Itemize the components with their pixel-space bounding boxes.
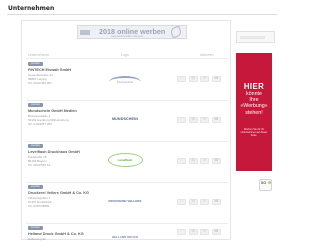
phone-icon[interactable]: ☎ [211,117,221,123]
logo-column-header: Logo [121,53,129,57]
mail-icon[interactable]: ✉ [200,117,210,123]
company-name[interactable]: Levelflash Druckhaus GmbH [28,150,80,154]
row-actions: ☆ ▤ ✉ ☎ [177,229,221,235]
company-phone: Tel. 0821/555 12 [28,163,51,167]
ad-line: stehen! [245,109,263,116]
banner-subtext: www.werbemedien-online.de [111,35,143,38]
premium-badge: premium [28,103,43,107]
banner-tag [80,30,90,35]
company-address-line: Hafenweg 20 [28,237,46,241]
document-icon[interactable]: ▤ [188,229,198,235]
star-icon[interactable]: ☆ [177,158,186,164]
document-icon[interactable]: ▤ [188,199,198,205]
company-phone: Tel. 03672/8881 [28,204,50,208]
company-phone: Tel. 0341/456 901 [28,81,52,85]
ad-headline: HIER [243,82,265,91]
company-logo[interactable]: Levelflash [100,151,150,169]
header-divider [26,58,228,59]
phone-icon[interactable]: ☎ [211,158,221,164]
star-icon[interactable]: ☆ [177,199,186,205]
leaf-icon [268,181,271,184]
company-column-header: Unternehmen [28,53,50,57]
company-row[interactable]: premium Helland Druck GmbH & Co. KG Hafe… [26,224,228,241]
logo-text: MUNDSCHEIN [112,117,138,121]
title-divider [7,14,277,15]
document-icon[interactable]: ▤ [188,76,198,82]
document-icon[interactable]: ▤ [188,117,198,123]
company-row[interactable]: premium FINTECH Eiswalt GmbH Gewerbestra… [26,60,228,101]
ad-note: Werben Sie für Ihr Unternehmen auf diese… [240,127,268,137]
phone-icon[interactable]: ☎ [211,229,221,235]
mail-icon[interactable]: ✉ [200,76,210,82]
company-row[interactable]: premium Mundschein GmbH Medien Brunnenst… [26,101,228,142]
premium-badge: premium [28,144,43,148]
logo-text: HELLAND DRUCK [111,235,139,239]
online-banner[interactable]: 2018 online werben www.werbemedien-onlin… [77,25,187,39]
page-frame: Unternehmen 2018 online werben www.werbe… [0,0,286,244]
row-actions: ☆ ▤ ✉ ☎ [177,117,221,123]
company-logo[interactable]: DRUCKEREI VELLERS [100,192,150,210]
row-actions: ☆ ▤ ✉ ☎ [177,158,221,164]
company-logo[interactable]: fintechworld.de [100,69,150,87]
logo-text: DRUCKEREI VELLERS [108,199,142,203]
star-icon[interactable]: ☆ [177,76,186,82]
premium-badge: premium [28,226,43,230]
actions-column-header: Aktionen [200,53,214,57]
company-logo[interactable]: HELLAND DRUCK [100,228,150,244]
phone-icon[interactable]: ☎ [211,199,221,205]
company-name[interactable]: Druckerei Vellers GmbH & Co. KG [28,191,89,195]
company-list-panel: 2018 online werben www.werbemedien-onlin… [21,20,231,241]
company-logo[interactable]: MUNDSCHEIN [100,110,150,128]
premium-badge: premium [28,62,43,66]
company-name[interactable]: Helland Druck GmbH & Co. KG [28,232,84,236]
company-row[interactable]: premium Levelflash Druckhaus GmbH Feldst… [26,142,228,183]
company-row[interactable]: premium Druckerei Vellers GmbH & Co. KG … [26,183,228,224]
premium-badge: premium [28,185,43,189]
seal-text: SO [261,181,267,185]
sidebar-ad[interactable]: HIER könnte Ihre «Werbung» stehen! Werbe… [236,53,272,171]
row-actions: ☆ ▤ ✉ ☎ [177,199,221,205]
ad-line: «Werbung» [240,103,268,110]
star-icon[interactable]: ☆ [177,117,186,123]
oval-logo: Levelflash [107,153,143,167]
mail-icon[interactable]: ✉ [200,158,210,164]
company-name[interactable]: FINTECH Eiswalt GmbH [28,68,71,72]
logo-caption: fintechworld.de [116,81,134,84]
trust-seal[interactable]: SO [259,179,272,191]
page-title: Unternehmen [8,5,55,12]
row-actions: ☆ ▤ ✉ ☎ [177,76,221,82]
company-phone: Tel. 040/3367 200 [28,122,52,126]
mail-icon[interactable]: ✉ [200,199,210,205]
hand-icon [169,26,183,38]
phone-icon[interactable]: ☎ [211,76,221,82]
company-name[interactable]: Mundschein GmbH Medien [28,109,77,113]
star-icon[interactable]: ☆ [177,229,186,235]
mail-icon[interactable]: ✉ [200,229,210,235]
side-thumbnail[interactable] [236,31,275,43]
document-icon[interactable]: ▤ [188,158,198,164]
